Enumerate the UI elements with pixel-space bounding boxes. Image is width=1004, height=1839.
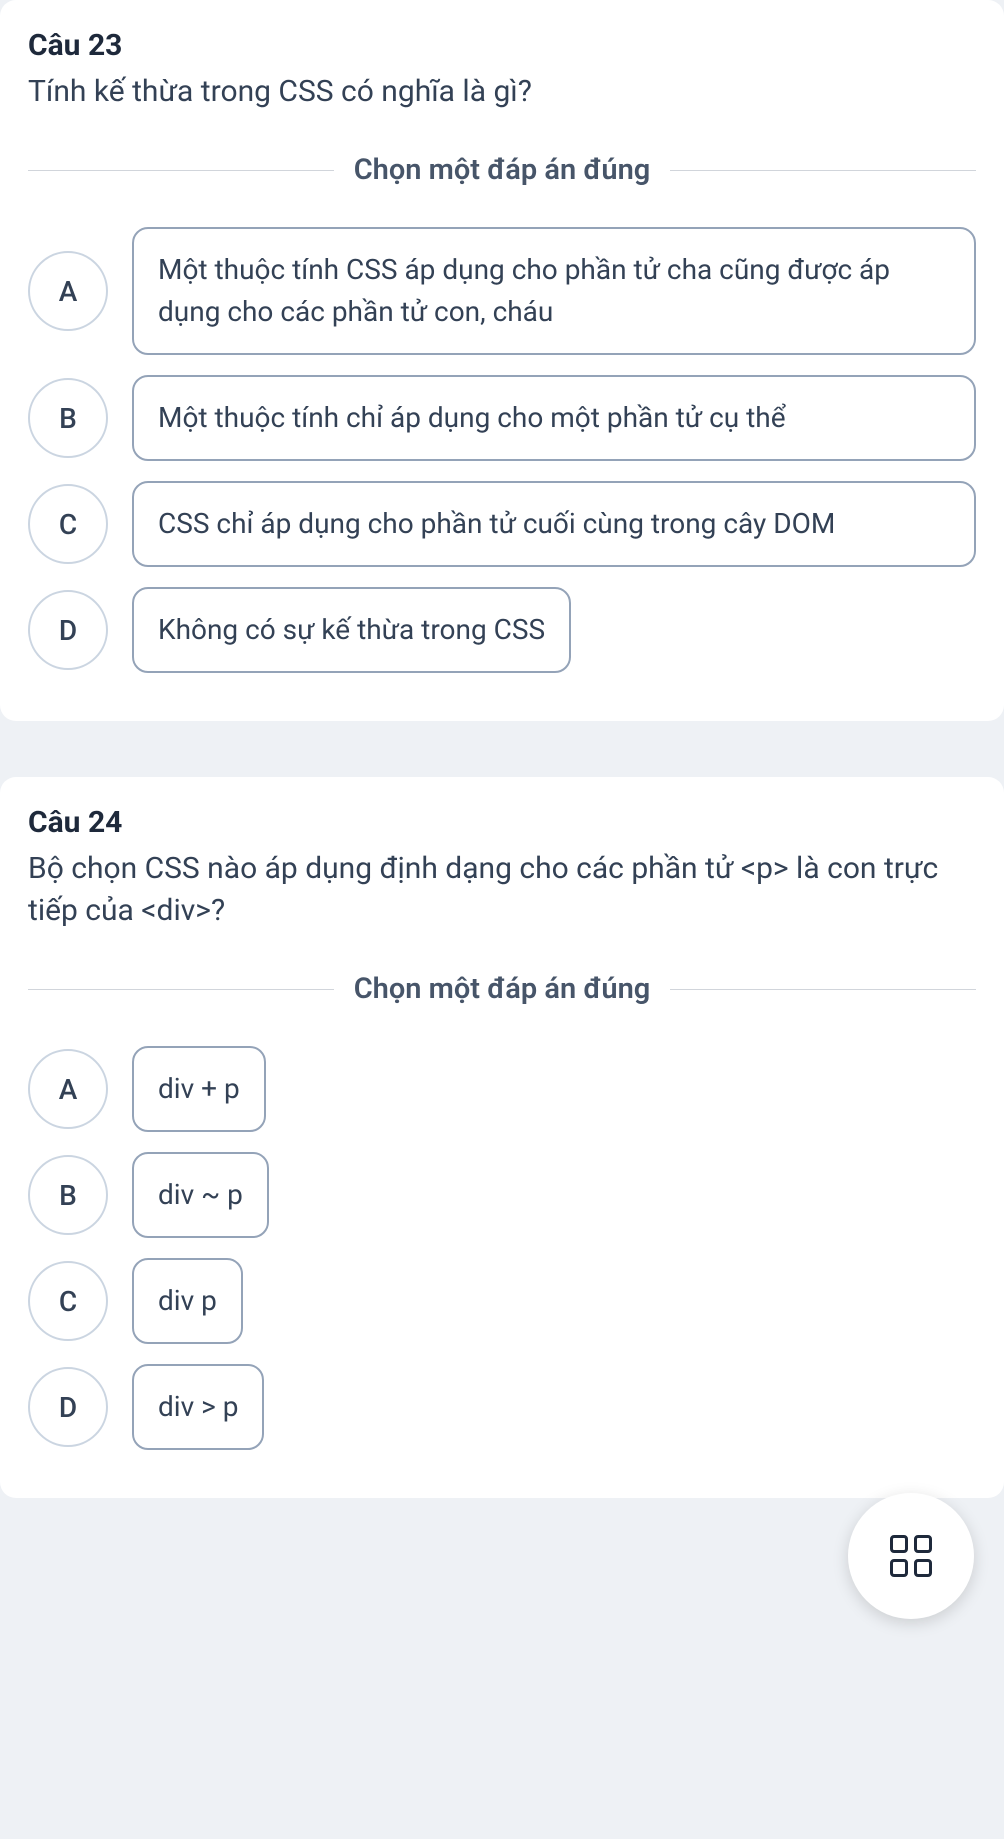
grid-icon — [890, 1535, 932, 1577]
answer-option-a: A div + p — [28, 1046, 976, 1132]
answer-option-d: D Không có sự kế thừa trong CSS — [28, 587, 976, 673]
answer-option-a: A Một thuộc tính CSS áp dụng cho phần tử… — [28, 227, 976, 355]
option-text-a[interactable]: Một thuộc tính CSS áp dụng cho phần tử c… — [132, 227, 976, 355]
option-text-b[interactable]: div ~ p — [132, 1152, 269, 1238]
option-text-a[interactable]: div + p — [132, 1046, 266, 1132]
question-title: Câu 23 — [28, 28, 976, 63]
option-letter-a[interactable]: A — [28, 251, 108, 331]
question-title: Câu 24 — [28, 805, 976, 840]
answer-option-b: B Một thuộc tính chỉ áp dụng cho một phầ… — [28, 375, 976, 461]
answer-option-c: C div p — [28, 1258, 976, 1344]
question-text: Bộ chọn CSS nào áp dụng định dạng cho cá… — [28, 848, 976, 932]
question-card-23: Câu 23 Tính kế thừa trong CSS có nghĩa l… — [0, 0, 1004, 721]
option-text-d[interactable]: Không có sự kế thừa trong CSS — [132, 587, 571, 673]
divider-label: Chọn một đáp án đúng — [334, 153, 671, 187]
grid-view-button[interactable] — [848, 1493, 974, 1619]
option-text-c[interactable]: CSS chỉ áp dụng cho phần tử cuối cùng tr… — [132, 481, 976, 567]
option-letter-b[interactable]: B — [28, 378, 108, 458]
divider: Chọn một đáp án đúng — [28, 153, 976, 187]
option-letter-b[interactable]: B — [28, 1155, 108, 1235]
option-letter-d[interactable]: D — [28, 1367, 108, 1447]
question-text: Tính kế thừa trong CSS có nghĩa là gì? — [28, 71, 976, 113]
option-letter-c[interactable]: C — [28, 1261, 108, 1341]
option-text-d[interactable]: div > p — [132, 1364, 264, 1450]
option-text-c[interactable]: div p — [132, 1258, 243, 1344]
option-text-b[interactable]: Một thuộc tính chỉ áp dụng cho một phần … — [132, 375, 976, 461]
option-letter-c[interactable]: C — [28, 484, 108, 564]
divider-label: Chọn một đáp án đúng — [334, 972, 671, 1006]
divider: Chọn một đáp án đúng — [28, 972, 976, 1006]
option-letter-d[interactable]: D — [28, 590, 108, 670]
answer-option-b: B div ~ p — [28, 1152, 976, 1238]
answer-option-d: D div > p — [28, 1364, 976, 1450]
answer-option-c: C CSS chỉ áp dụng cho phần tử cuối cùng … — [28, 481, 976, 567]
question-card-24: Câu 24 Bộ chọn CSS nào áp dụng định dạng… — [0, 777, 1004, 1498]
option-letter-a[interactable]: A — [28, 1049, 108, 1129]
